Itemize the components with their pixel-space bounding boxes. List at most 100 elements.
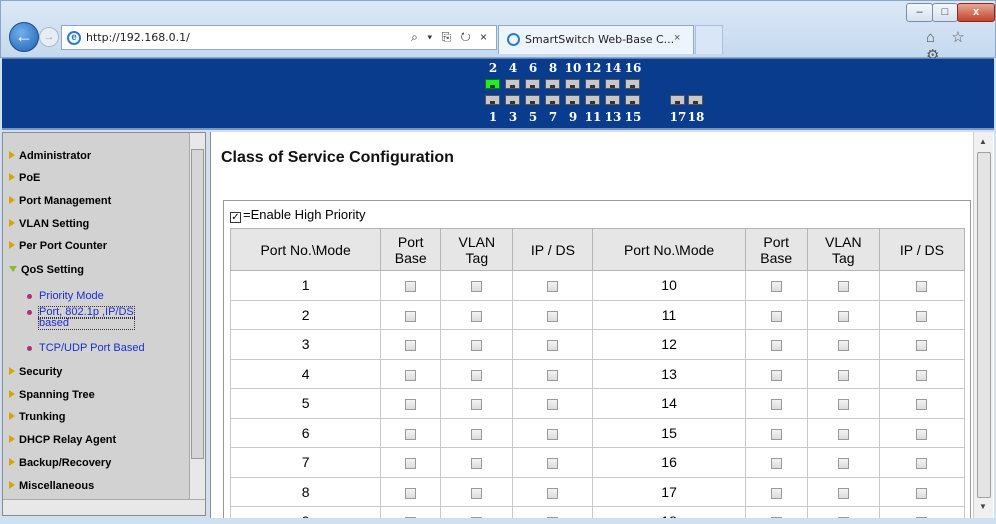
scroll-down-icon[interactable]: ▼ bbox=[979, 502, 987, 511]
vlan-tag-checkbox[interactable] bbox=[837, 517, 849, 518]
ip-ds-checkbox[interactable] bbox=[916, 458, 928, 470]
address-tool-icons[interactable]: ⌕ ▾ ⎘ ↻ × bbox=[411, 30, 490, 45]
minimize-button[interactable]: – bbox=[906, 3, 933, 22]
sidebar-item-port-management[interactable]: Port Management bbox=[9, 195, 111, 207]
ip-ds-checkbox[interactable] bbox=[916, 310, 928, 322]
vlan-tag-checkbox[interactable] bbox=[471, 428, 483, 440]
sidebar-item-per-port-counter[interactable]: Per Port Counter bbox=[9, 240, 107, 252]
ip-ds-checkbox[interactable] bbox=[547, 340, 559, 352]
vlan-tag-checkbox[interactable] bbox=[471, 281, 483, 293]
sidebar-item-trunking[interactable]: Trunking bbox=[9, 411, 65, 423]
ip-ds-checkbox[interactable] bbox=[547, 281, 559, 293]
forward-button[interactable]: → bbox=[39, 27, 59, 47]
port-12[interactable] bbox=[585, 79, 600, 89]
vlan-tag-checkbox[interactable] bbox=[471, 340, 483, 352]
port-10[interactable] bbox=[565, 79, 580, 89]
port-base-checkbox[interactable] bbox=[405, 487, 417, 499]
sidebar-item-spanning-tree[interactable]: Spanning Tree bbox=[9, 389, 95, 401]
port-base-checkbox[interactable] bbox=[770, 428, 782, 440]
vlan-tag-checkbox[interactable] bbox=[471, 458, 483, 470]
sidebar-subitem-priority-mode[interactable]: Priority Mode bbox=[27, 291, 104, 302]
vlan-tag-checkbox[interactable] bbox=[837, 458, 849, 470]
scroll-up-icon[interactable]: ▲ bbox=[979, 137, 987, 146]
sidebar-item-poe[interactable]: PoE bbox=[9, 172, 40, 184]
port-base-checkbox[interactable] bbox=[405, 369, 417, 381]
port-4[interactable] bbox=[505, 79, 520, 89]
port-15[interactable] bbox=[625, 95, 640, 105]
vlan-tag-checkbox[interactable] bbox=[837, 399, 849, 411]
port-11[interactable] bbox=[585, 95, 600, 105]
new-tab-button[interactable] bbox=[695, 25, 723, 54]
sidebar-subitem-port-8021p-ipds[interactable]: Port, 802.1p ,IP/DS based bbox=[27, 306, 135, 330]
back-button[interactable]: ← bbox=[9, 22, 39, 52]
sidebar-item-qos-setting[interactable]: QoS Setting bbox=[9, 264, 84, 276]
sidebar-item-backup-recovery[interactable]: Backup/Recovery bbox=[9, 457, 111, 469]
port-8[interactable] bbox=[545, 79, 560, 89]
address-bar[interactable]: e http://192.168.0.1/ ⌕ ▾ ⎘ ↻ × bbox=[61, 25, 497, 50]
ip-ds-checkbox[interactable] bbox=[916, 340, 928, 352]
vlan-tag-checkbox[interactable] bbox=[837, 340, 849, 352]
tab-close-icon[interactable]: × bbox=[674, 32, 680, 44]
main-scroll-thumb[interactable] bbox=[977, 152, 991, 498]
vlan-tag-checkbox[interactable] bbox=[471, 369, 483, 381]
browser-tab[interactable]: SmartSwitch Web-Base C... × bbox=[498, 25, 694, 54]
port-17[interactable] bbox=[670, 95, 685, 105]
ip-ds-checkbox[interactable] bbox=[547, 517, 559, 518]
sidebar-vertical-scrollbar[interactable] bbox=[189, 133, 205, 499]
port-base-checkbox[interactable] bbox=[770, 458, 782, 470]
sidebar-scroll-thumb[interactable] bbox=[191, 149, 204, 459]
port-9[interactable] bbox=[565, 95, 580, 105]
port-3[interactable] bbox=[505, 95, 520, 105]
port-base-checkbox[interactable] bbox=[405, 428, 417, 440]
port-base-checkbox[interactable] bbox=[770, 281, 782, 293]
ip-ds-checkbox[interactable] bbox=[916, 281, 928, 293]
sidebar-horizontal-scrollbar[interactable] bbox=[3, 499, 205, 515]
vlan-tag-checkbox[interactable] bbox=[471, 399, 483, 411]
ip-ds-checkbox[interactable] bbox=[547, 428, 559, 440]
sidebar-item-vlan-setting[interactable]: VLAN Setting bbox=[9, 218, 89, 230]
ip-ds-checkbox[interactable] bbox=[547, 310, 559, 322]
port-1[interactable] bbox=[485, 95, 500, 105]
vlan-tag-checkbox[interactable] bbox=[837, 487, 849, 499]
port-base-checkbox[interactable] bbox=[405, 399, 417, 411]
maximize-button[interactable]: □ bbox=[932, 3, 958, 22]
ip-ds-checkbox[interactable] bbox=[547, 369, 559, 381]
sidebar-item-administrator[interactable]: Administrator bbox=[9, 150, 91, 162]
ip-ds-checkbox[interactable] bbox=[547, 458, 559, 470]
vlan-tag-checkbox[interactable] bbox=[471, 517, 483, 518]
vlan-tag-checkbox[interactable] bbox=[471, 487, 483, 499]
port-2-active[interactable] bbox=[485, 79, 500, 89]
port-base-checkbox[interactable] bbox=[770, 340, 782, 352]
port-14[interactable] bbox=[605, 79, 620, 89]
port-base-checkbox[interactable] bbox=[405, 310, 417, 322]
vlan-tag-checkbox[interactable] bbox=[837, 310, 849, 322]
main-vertical-scrollbar[interactable]: ▲ ▼ bbox=[973, 132, 993, 518]
port-base-checkbox[interactable] bbox=[770, 517, 782, 518]
vlan-tag-checkbox[interactable] bbox=[837, 428, 849, 440]
close-window-button[interactable]: x bbox=[957, 3, 995, 22]
port-16[interactable] bbox=[625, 79, 640, 89]
ip-ds-checkbox[interactable] bbox=[916, 428, 928, 440]
ip-ds-checkbox[interactable] bbox=[916, 399, 928, 411]
vlan-tag-checkbox[interactable] bbox=[837, 281, 849, 293]
port-base-checkbox[interactable] bbox=[770, 369, 782, 381]
port-6[interactable] bbox=[525, 79, 540, 89]
sidebar-item-security[interactable]: Security bbox=[9, 366, 62, 378]
sidebar-subitem-tcp-udp-port[interactable]: TCP/UDP Port Based bbox=[27, 343, 145, 354]
port-base-checkbox[interactable] bbox=[405, 517, 417, 518]
ip-ds-checkbox[interactable] bbox=[547, 399, 559, 411]
port-base-checkbox[interactable] bbox=[770, 399, 782, 411]
port-base-checkbox[interactable] bbox=[405, 340, 417, 352]
ip-ds-checkbox[interactable] bbox=[547, 487, 559, 499]
port-7[interactable] bbox=[545, 95, 560, 105]
ip-ds-checkbox[interactable] bbox=[916, 369, 928, 381]
port-base-checkbox[interactable] bbox=[405, 458, 417, 470]
vlan-tag-checkbox[interactable] bbox=[837, 369, 849, 381]
ip-ds-checkbox[interactable] bbox=[916, 517, 928, 518]
sidebar-item-dhcp-relay-agent[interactable]: DHCP Relay Agent bbox=[9, 434, 116, 446]
port-base-checkbox[interactable] bbox=[770, 310, 782, 322]
sidebar-item-miscellaneous[interactable]: Miscellaneous bbox=[9, 480, 94, 492]
port-base-checkbox[interactable] bbox=[770, 487, 782, 499]
port-13[interactable] bbox=[605, 95, 620, 105]
vlan-tag-checkbox[interactable] bbox=[471, 310, 483, 322]
